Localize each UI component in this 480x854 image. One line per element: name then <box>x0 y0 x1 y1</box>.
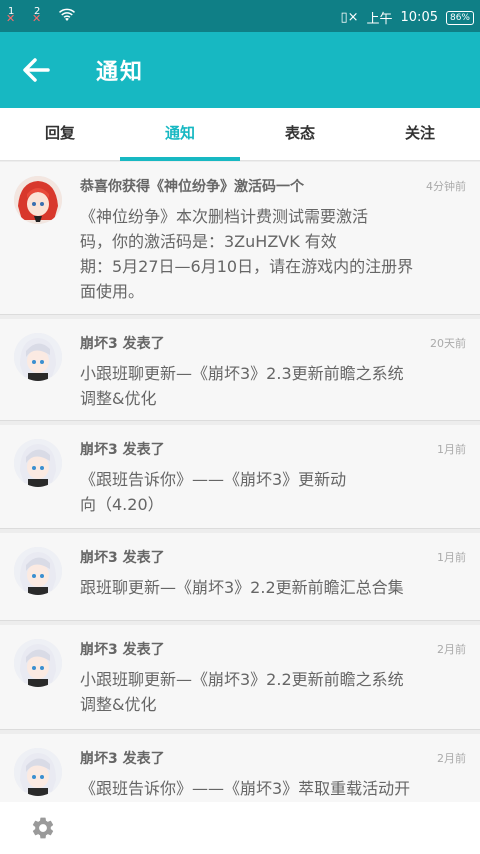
tab-reactions[interactable]: 表态 <box>240 108 360 160</box>
tab-notifications[interactable]: 通知 <box>120 108 240 161</box>
status-ampm: 上午 <box>366 12 393 27</box>
tab-bar: 回复 通知 表态 关注 <box>0 108 480 161</box>
body-line: 《跟班告诉你》——《崩坏3》更新动 <box>80 470 347 489</box>
vibrate-icon: ▯× <box>340 10 359 25</box>
notification-item[interactable]: 崩坏3 发表了 2月前 《跟班告诉你》——《崩坏3》萃取重载活动开 <box>0 734 480 802</box>
battery-icon: 86% <box>445 10 474 25</box>
notification-body: 《跟班告诉你》——《崩坏3》萃取重载活动开 <box>80 776 470 801</box>
avatar <box>14 333 62 381</box>
notification-body: 《跟班告诉你》——《崩坏3》更新动 向（4.20） <box>80 467 470 517</box>
back-arrow-icon[interactable] <box>18 52 54 88</box>
notification-body: 小跟班聊更新—《崩坏3》2.2更新前瞻之系统 调整&优化 <box>80 667 470 717</box>
notification-body: 《神位纷争》本次删档计费测试需要激活 码，你的激活码是：3ZuHZVK 有效 期… <box>80 204 470 304</box>
avatar <box>14 439 62 487</box>
avatar <box>14 748 62 796</box>
avatar <box>14 547 62 595</box>
body-line: 调整&优化 <box>80 389 157 408</box>
notification-item[interactable]: 崩坏3 发表了 2月前 小跟班聊更新—《崩坏3》2.2更新前瞻之系统 调整&优化 <box>0 625 480 730</box>
notification-title: 崩坏3 发表了 <box>80 336 165 352</box>
tab-replies[interactable]: 回复 <box>0 108 120 160</box>
sim2-no-signal-icon: 2 ✕ <box>32 6 42 25</box>
body-line: 向（4.20） <box>80 495 164 514</box>
sim1-no-signal-icon: 1 ✕ <box>6 6 16 25</box>
notification-body: 跟班聊更新—《崩坏3》2.2更新前瞻汇总合集 <box>80 575 470 600</box>
notification-title: 崩坏3 发表了 <box>80 550 165 566</box>
notification-time: 20天前 <box>430 337 466 350</box>
status-time: 10:05 <box>400 10 438 25</box>
body-line: 面使用。 <box>80 282 145 301</box>
body-line: 码，你的激活码是：3ZuHZVK 有效 <box>80 232 337 251</box>
notification-time: 2月前 <box>437 752 466 765</box>
body-line: 小跟班聊更新—《崩坏3》2.2更新前瞻之系统 <box>80 670 404 689</box>
notification-title: 崩坏3 发表了 <box>80 442 165 458</box>
notification-title: 恭喜你获得《神位纷争》激活码一个 <box>80 179 304 195</box>
body-line: 期：5月27日—6月10日，请在游戏内的注册界 <box>80 257 414 276</box>
wifi-icon <box>58 8 76 21</box>
notification-item[interactable]: 恭喜你获得《神位纷争》激活码一个 4分钟前 《神位纷争》本次删档计费测试需要激活… <box>0 162 480 315</box>
notification-title: 崩坏3 发表了 <box>80 642 165 658</box>
body-line: 调整&优化 <box>80 695 157 714</box>
page-title: 通知 <box>96 60 145 85</box>
notification-item[interactable]: 崩坏3 发表了 1月前 《跟班告诉你》——《崩坏3》更新动 向（4.20） <box>0 425 480 529</box>
notification-title: 崩坏3 发表了 <box>80 751 165 767</box>
notification-body: 小跟班聊更新—《崩坏3》2.3更新前瞻之系统 调整&优化 <box>80 361 470 411</box>
gear-icon[interactable] <box>30 815 56 841</box>
avatar <box>14 176 62 224</box>
notification-time: 4分钟前 <box>426 180 466 193</box>
body-line: 《跟班告诉你》——《崩坏3》萃取重载活动开 <box>80 779 411 798</box>
avatar <box>14 639 62 687</box>
body-line: 《神位纷争》本次删档计费测试需要激活 <box>80 207 369 226</box>
notification-time: 1月前 <box>437 551 466 564</box>
notification-time: 2月前 <box>437 643 466 656</box>
notification-item[interactable]: 崩坏3 发表了 20天前 小跟班聊更新—《崩坏3》2.3更新前瞻之系统 调整&优… <box>0 319 480 421</box>
tab-following[interactable]: 关注 <box>360 108 480 160</box>
status-bar: 1 ✕ 2 ✕ ▯× 上午 10:05 86% <box>0 0 480 32</box>
notification-list: 恭喜你获得《神位纷争》激活码一个 4分钟前 《神位纷争》本次删档计费测试需要激活… <box>0 162 480 802</box>
body-line: 跟班聊更新—《崩坏3》2.2更新前瞻汇总合集 <box>80 578 404 597</box>
body-line: 小跟班聊更新—《崩坏3》2.3更新前瞻之系统 <box>80 364 404 383</box>
bottom-bar <box>0 802 480 854</box>
notification-item[interactable]: 崩坏3 发表了 1月前 跟班聊更新—《崩坏3》2.2更新前瞻汇总合集 <box>0 533 480 621</box>
notification-time: 1月前 <box>437 443 466 456</box>
app-bar: 通知 <box>0 32 480 108</box>
